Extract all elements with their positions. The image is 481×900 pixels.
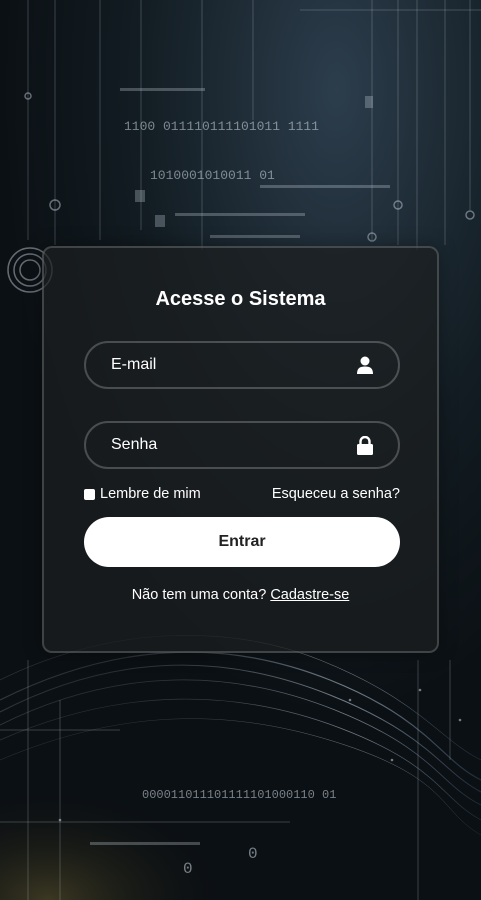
remember-checkbox[interactable] bbox=[84, 488, 95, 500]
remember-label: Lembre de mim bbox=[100, 486, 201, 502]
email-field-wrapper bbox=[84, 341, 400, 389]
binary-row: 1010001010011 01 bbox=[150, 168, 275, 183]
register-row: Não tem uma conta? Cadastre-se bbox=[44, 587, 437, 603]
password-field-wrapper bbox=[84, 421, 400, 469]
user-icon bbox=[357, 356, 373, 374]
binary-row: 0 bbox=[183, 860, 193, 878]
login-title: Acesse o Sistema bbox=[155, 288, 326, 310]
forgot-password-link[interactable]: Esqueceu a senha? bbox=[272, 486, 400, 502]
login-card: Acesse o Sistema Lembre de mim Esqueceu … bbox=[42, 246, 439, 653]
remember-me[interactable]: Lembre de mim bbox=[84, 486, 201, 502]
binary-row: 1100 011110111101011 1111 bbox=[124, 119, 319, 134]
lock-icon bbox=[357, 436, 373, 455]
binary-row: 000011011101111101000110 01 bbox=[142, 788, 336, 802]
login-options: Lembre de mim Esqueceu a senha? bbox=[84, 486, 400, 506]
register-link[interactable]: Cadastre-se bbox=[270, 587, 349, 603]
register-prompt: Não tem uma conta? bbox=[131, 587, 267, 603]
email-input[interactable] bbox=[86, 343, 398, 387]
password-input[interactable] bbox=[86, 423, 398, 467]
login-button[interactable]: Entrar bbox=[84, 517, 400, 567]
binary-row: 0 bbox=[248, 845, 258, 863]
